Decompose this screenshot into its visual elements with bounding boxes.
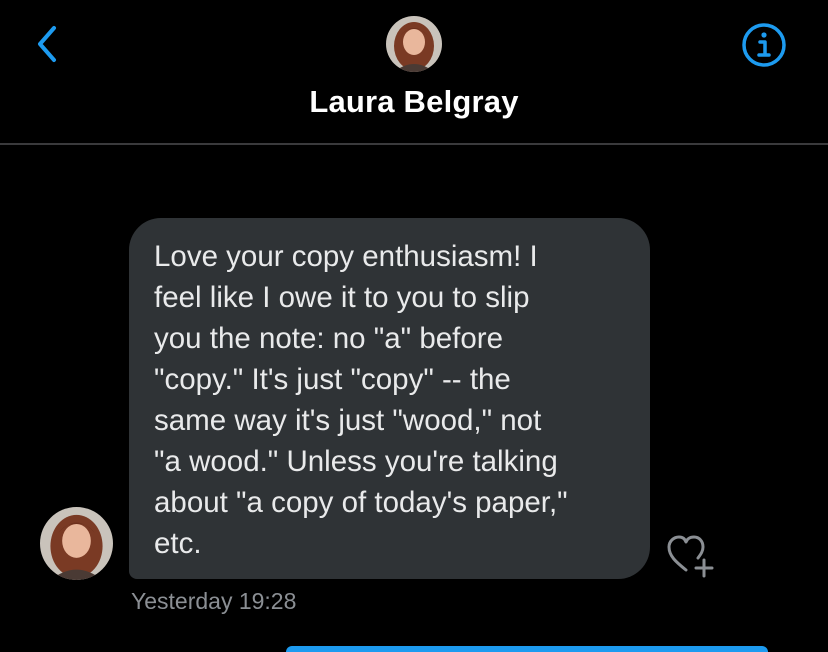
message-timestamp: Yesterday 19:28 [131, 588, 297, 614]
contact-name[interactable]: Laura Belgray [0, 84, 828, 120]
chevron-left-icon [38, 26, 56, 62]
info-icon [742, 23, 786, 67]
header-divider [0, 143, 828, 145]
back-button[interactable] [30, 22, 66, 66]
info-button[interactable] [740, 21, 788, 69]
heart-plus-icon [667, 535, 714, 578]
next-message-bubble-edge [286, 646, 768, 652]
react-button[interactable] [666, 534, 716, 578]
message-bubble[interactable]: Love your copy enthusiasm! I feel like I… [129, 218, 650, 579]
message-text: Love your copy enthusiasm! I feel like I… [154, 240, 568, 560]
conversation-header: Laura Belgray [0, 0, 828, 144]
contact-avatar[interactable] [386, 16, 442, 72]
message-avatar[interactable] [40, 507, 113, 580]
